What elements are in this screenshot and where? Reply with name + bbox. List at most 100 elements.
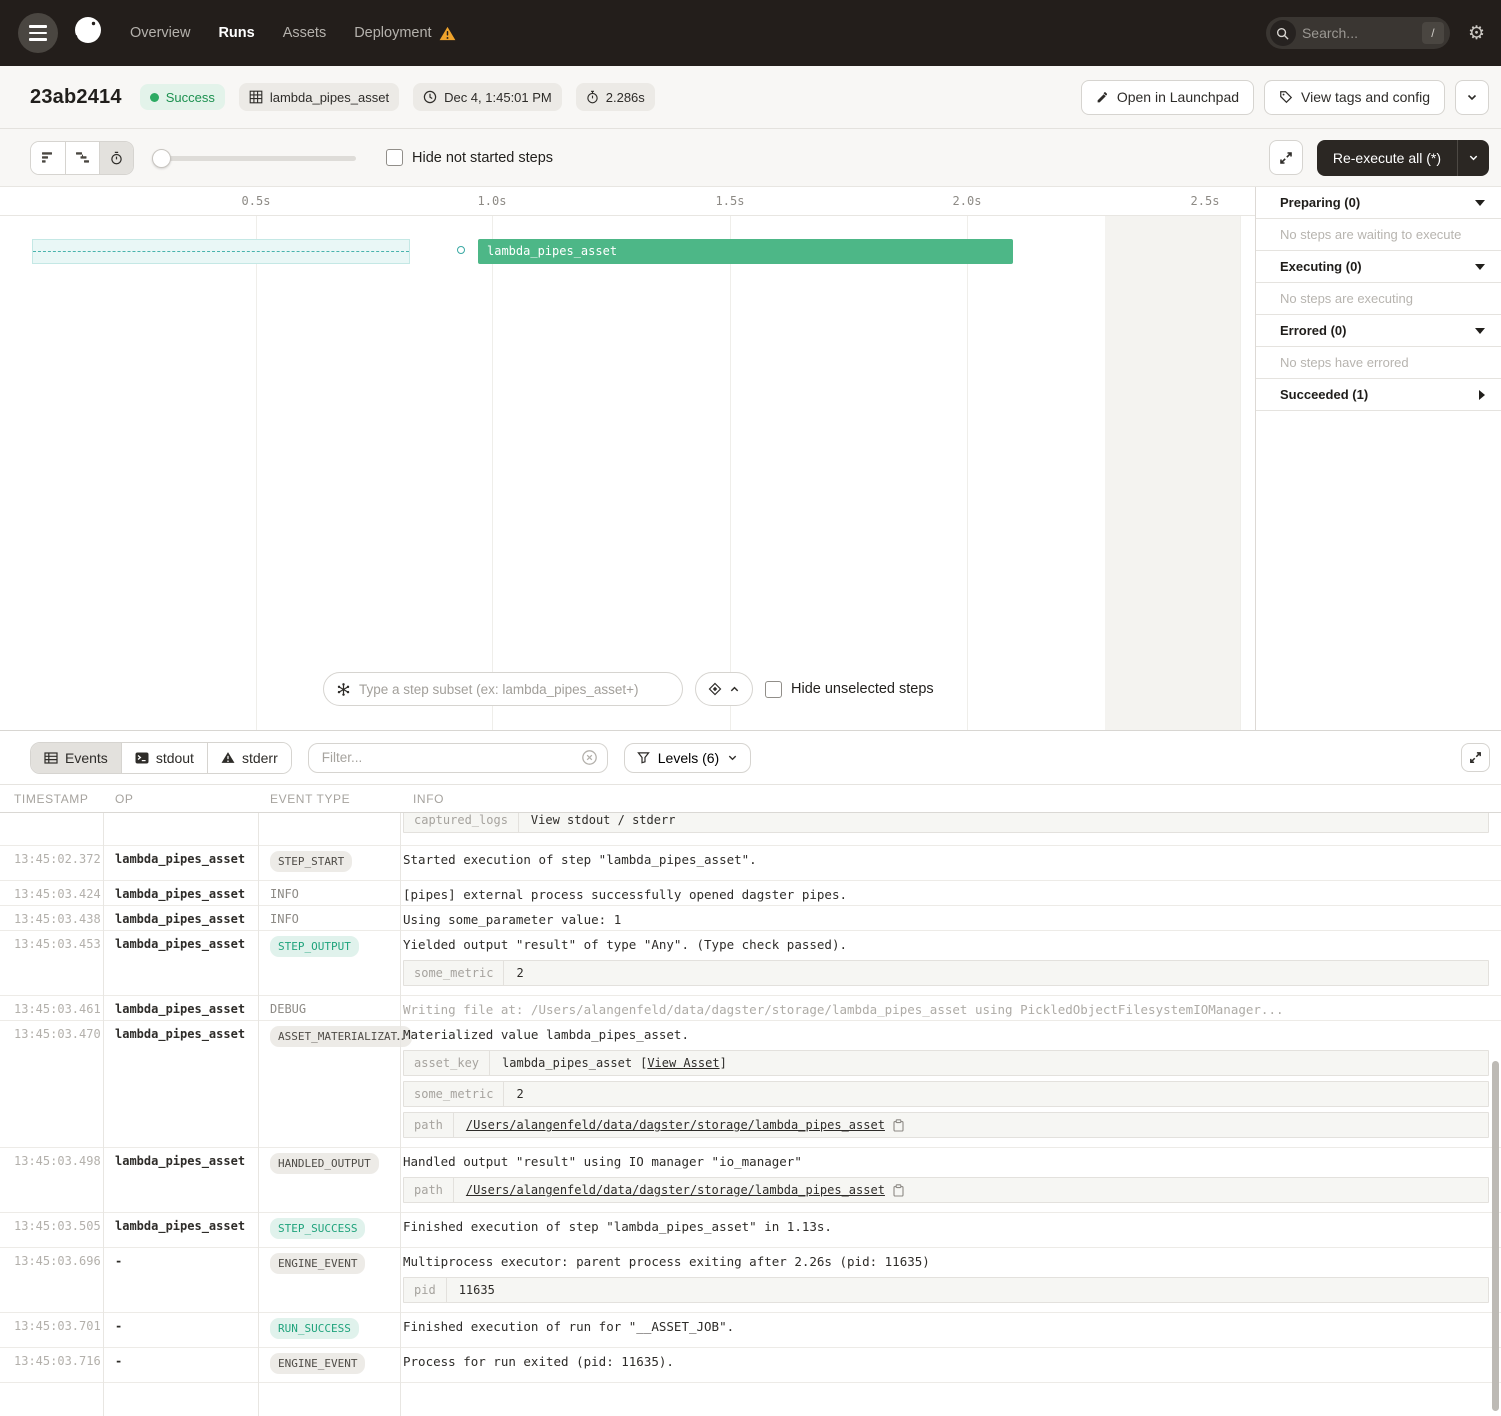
- waterfall-view-icon: [75, 151, 90, 164]
- hide-unselected-checkbox[interactable]: [765, 681, 782, 698]
- copy-icon[interactable]: [893, 1184, 904, 1197]
- log-timestamp: 13:45:03.453: [0, 931, 103, 995]
- zoom-slider-thumb[interactable]: [152, 149, 171, 168]
- log-row[interactable]: 13:45:03.470lambda_pipes_assetASSET_MATE…: [0, 1021, 1501, 1148]
- hide-not-started-checkbox[interactable]: [386, 149, 403, 166]
- view-mode-timed-button[interactable]: [99, 142, 133, 174]
- log-info: Yielded output "result" of type "Any". (…: [400, 931, 1501, 995]
- job-chip[interactable]: lambda_pipes_asset: [239, 83, 399, 111]
- log-row[interactable]: 13:45:03.701-RUN_SUCCESSFinished executi…: [0, 1313, 1501, 1348]
- view-asset-link[interactable]: View Asset: [647, 1056, 719, 1070]
- reexecute-dropdown-button[interactable]: [1457, 140, 1489, 176]
- metadata-value: 2: [504, 961, 535, 985]
- sidebar-section-succeeded[interactable]: Succeeded (1): [1256, 379, 1501, 411]
- metadata-value-text: 2: [516, 1087, 523, 1101]
- log-row[interactable]: captured_logs View stdout / stderr: [0, 813, 1501, 846]
- levels-dropdown-button[interactable]: Levels (6): [624, 743, 751, 773]
- log-row[interactable]: 13:45:03.498lambda_pipes_assetHANDLED_OU…: [0, 1148, 1501, 1213]
- nav-item-label: Overview: [130, 25, 190, 41]
- timeline-tick-label: 0.5s: [242, 194, 271, 208]
- dagster-logo[interactable]: [66, 11, 110, 55]
- log-event-type: STEP_OUTPUT: [258, 931, 400, 995]
- global-search[interactable]: /: [1266, 17, 1450, 49]
- copy-icon[interactable]: [893, 1119, 904, 1132]
- gear-icon[interactable]: ⚙: [1468, 24, 1485, 43]
- chevron-up-icon: [729, 684, 740, 695]
- gantt-expand-button[interactable]: [1269, 140, 1303, 175]
- open-in-launchpad-button[interactable]: Open in Launchpad: [1081, 80, 1254, 115]
- event-type-badge: STEP_SUCCESS: [270, 1218, 365, 1239]
- event-type-text: INFO: [270, 887, 299, 901]
- zoom-slider-track[interactable]: [152, 156, 356, 161]
- log-event-type: DEBUG: [258, 996, 400, 1020]
- reexecute-all-button[interactable]: Re-execute all (*): [1317, 140, 1457, 176]
- zoom-slider[interactable]: [152, 142, 356, 174]
- metadata-entry: some_metric2: [403, 1081, 1489, 1107]
- view-tags-config-button[interactable]: View tags and config: [1264, 80, 1445, 115]
- log-event-type: [258, 813, 400, 845]
- search-icon: [1270, 20, 1296, 46]
- events-scrollbar[interactable]: [1492, 1061, 1499, 1411]
- tab-stdout[interactable]: stdout: [121, 743, 207, 773]
- nav-item-assets[interactable]: Assets: [283, 25, 327, 41]
- sidebar-section-title: Executing (0): [1280, 259, 1362, 274]
- gantt-toolbar: Hide not started steps Re-execute all (*…: [0, 129, 1501, 186]
- hamburger-menu-button[interactable]: [18, 13, 58, 53]
- datetime-chip: Dec 4, 1:45:01 PM: [413, 83, 562, 111]
- metadata-label: captured_logs: [404, 813, 519, 832]
- events-expand-button[interactable]: [1461, 743, 1490, 772]
- tag-icon: [1279, 90, 1293, 104]
- metadata-value-text[interactable]: View stdout / stderr: [531, 813, 676, 827]
- metadata-entry: asset_keylambda_pipes_asset[View Asset]: [403, 1050, 1489, 1076]
- log-row[interactable]: 13:45:03.716-ENGINE_EVENTProcess for run…: [0, 1348, 1501, 1383]
- log-rows: captured_logs View stdout / stderr 13:45:0…: [0, 813, 1501, 1416]
- step-start-marker-icon: [457, 246, 465, 254]
- log-timestamp: 13:45:02.372: [0, 846, 103, 880]
- log-row[interactable]: 13:45:03.696-ENGINE_EVENTMultiprocess ex…: [0, 1248, 1501, 1313]
- log-event-type: ASSET_MATERIALIZAT…: [258, 1021, 400, 1147]
- metadata-path-link[interactable]: /Users/alangenfeld/data/dagster/storage/…: [466, 1118, 885, 1132]
- collapse-triangle-icon: [1475, 264, 1485, 270]
- hide-unselected-control: Hide unselected steps: [765, 681, 934, 698]
- log-op: -: [103, 1348, 258, 1382]
- apply-selection-button[interactable]: [695, 672, 753, 706]
- log-row[interactable]: 13:45:03.424lambda_pipes_assetINFO[pipes…: [0, 881, 1501, 906]
- tab-stderr[interactable]: stderr: [207, 743, 291, 773]
- search-input[interactable]: [1296, 25, 1422, 41]
- log-op: lambda_pipes_asset: [103, 1148, 258, 1212]
- log-tabs: Eventsstdoutstderr: [30, 742, 292, 774]
- metadata-path-link[interactable]: /Users/alangenfeld/data/dagster/storage/…: [466, 1183, 885, 1197]
- view-mode-flat-button[interactable]: [31, 142, 65, 174]
- run-id: 23ab2414: [30, 86, 122, 109]
- log-op: lambda_pipes_asset: [103, 1213, 258, 1247]
- sidebar-section-errored[interactable]: Errored (0): [1256, 315, 1501, 347]
- log-info-text: Process for run exited (pid: 11635).: [403, 1348, 1489, 1369]
- clear-filter-icon[interactable]: [581, 749, 598, 766]
- log-row[interactable]: 13:45:02.372lambda_pipes_assetSTEP_START…: [0, 846, 1501, 881]
- nav-item-runs[interactable]: Runs: [218, 25, 254, 41]
- view-mode-waterfall-button[interactable]: [65, 142, 99, 174]
- op-selector-icon: [336, 682, 351, 697]
- log-row[interactable]: 13:45:03.505lambda_pipes_assetSTEP_SUCCE…: [0, 1213, 1501, 1248]
- duration-label: 2.286s: [606, 90, 645, 105]
- log-event-type: INFO: [258, 881, 400, 905]
- step-selector-bar: Hide unselected steps: [323, 672, 934, 706]
- metadata-value-text: lambda_pipes_asset: [502, 1056, 632, 1070]
- sidebar-section-preparing[interactable]: Preparing (0): [1256, 187, 1501, 219]
- run-header-more-button[interactable]: [1455, 80, 1489, 115]
- nav-item-deployment[interactable]: Deployment: [354, 25, 455, 41]
- sidebar-section-executing[interactable]: Executing (0): [1256, 251, 1501, 283]
- step-subset-input[interactable]: [359, 682, 670, 697]
- gantt-step-bar[interactable]: lambda_pipes_asset: [478, 239, 1013, 264]
- gridline: [492, 216, 493, 730]
- log-row[interactable]: [0, 1383, 1501, 1416]
- tab-events[interactable]: Events: [31, 743, 121, 773]
- log-row[interactable]: 13:45:03.438lambda_pipes_assetINFOUsing …: [0, 906, 1501, 931]
- log-filter-input[interactable]: [322, 750, 581, 765]
- event-type-badge: ASSET_MATERIALIZAT…: [270, 1026, 412, 1047]
- gantt-view-mode-group: [30, 141, 134, 175]
- log-row[interactable]: 13:45:03.453lambda_pipes_assetSTEP_OUTPU…: [0, 931, 1501, 996]
- log-row[interactable]: 13:45:03.461lambda_pipes_assetDEBUGWriti…: [0, 996, 1501, 1021]
- nav-item-overview[interactable]: Overview: [130, 25, 190, 41]
- nav-items: Overview Runs Assets Deployment: [130, 25, 456, 41]
